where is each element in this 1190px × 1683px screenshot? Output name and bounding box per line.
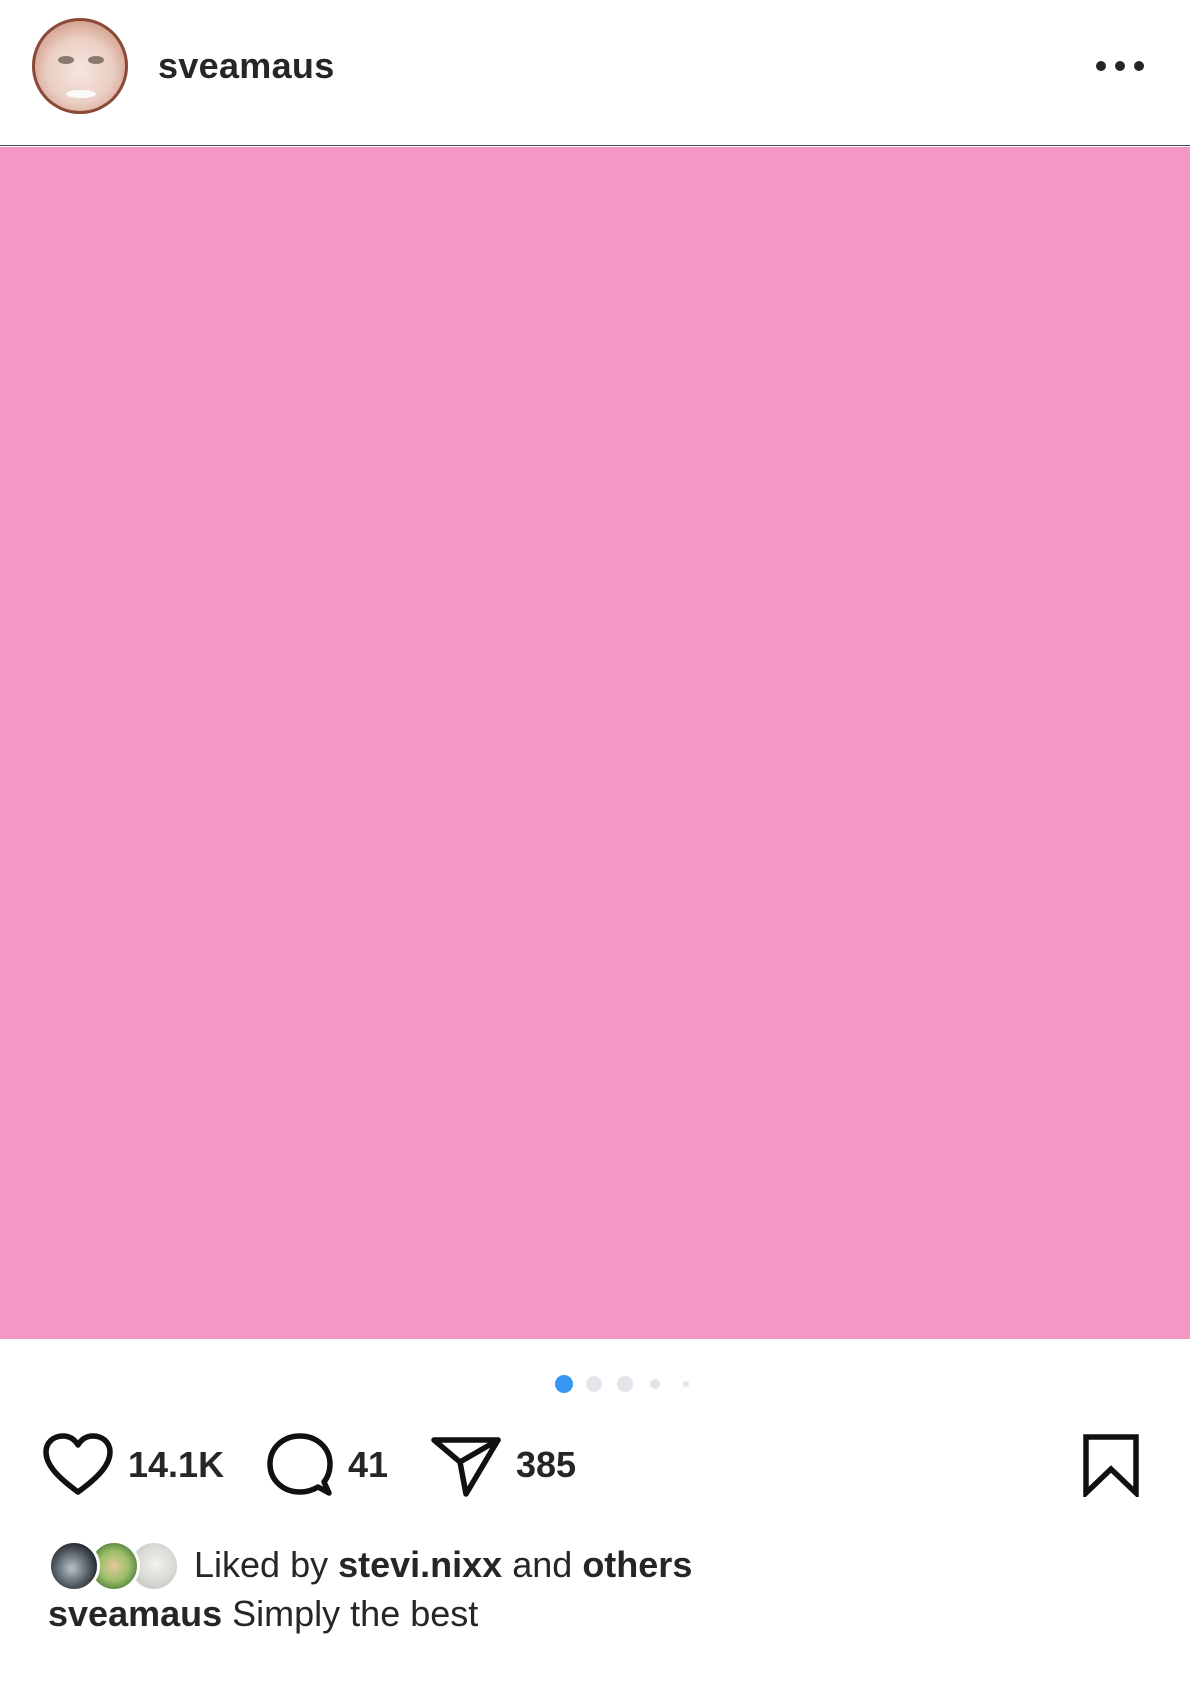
liked-by-prefix: Liked by [194,1544,329,1585]
avatar-eye-left [58,56,74,64]
more-horizontal-icon [1096,61,1144,71]
carousel-dot [650,1379,660,1389]
avatar-eye-right [88,56,104,64]
liked-by-joiner: and [512,1544,573,1585]
carousel-dot [683,1381,689,1387]
comment-count: 41 [348,1444,389,1485]
caption-username[interactable]: sveamaus [48,1593,222,1634]
like-button[interactable]: 14.1K [42,1425,224,1505]
action-bar: 14.1K 41 385 [0,1425,1190,1505]
carousel-dot [617,1376,633,1392]
carousel-dot [555,1375,573,1393]
bookmark-icon [1083,1434,1139,1500]
liked-by-others[interactable]: others [582,1544,692,1585]
share-count: 385 [516,1444,577,1485]
post-media[interactable] [0,147,1190,1339]
post-header: sveamaus [0,0,1190,146]
carousel-dot [586,1376,602,1392]
liked-by-user[interactable]: stevi.nixx [338,1544,502,1585]
save-button[interactable] [1080,1433,1142,1500]
avatar-mouth [66,90,96,98]
profile-avatar[interactable] [32,18,128,114]
comment-bubble-icon [267,1433,333,1496]
like-count: 14.1K [128,1444,225,1485]
caption-text: Simply the best [232,1593,479,1634]
more-options-button[interactable] [1090,50,1150,82]
carousel-indicator [0,1372,1190,1396]
liker-avatar [48,1540,100,1592]
liked-by-row[interactable]: Liked by stevi.nixx and others [48,1537,1148,1593]
post-username[interactable]: sveamaus [158,44,335,88]
heart-icon [43,1433,113,1495]
post-caption: sveamaus Simply the best [48,1592,478,1636]
share-button[interactable]: 385 [430,1425,576,1505]
liked-by-text: Liked by stevi.nixx and others [194,1543,692,1587]
comment-button[interactable]: 41 [266,1425,388,1505]
paper-plane-icon [431,1437,501,1497]
